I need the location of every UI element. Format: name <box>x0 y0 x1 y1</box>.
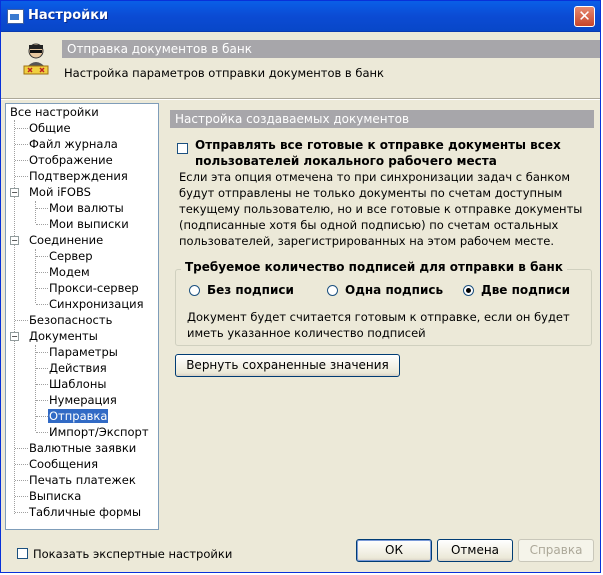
show-expert-settings-label[interactable]: Показать экспертные настройки <box>33 547 232 561</box>
tree-item-messages[interactable]: Сообщения <box>29 456 98 472</box>
section-title: Настройка создаваемых документов <box>170 110 594 128</box>
radio-two-signatures[interactable] <box>463 285 474 296</box>
tree-connector <box>36 208 48 209</box>
tree-item-numbering[interactable]: Нумерация <box>49 392 117 408</box>
signatures-note: Документ будет считается готовым к отпра… <box>187 310 570 340</box>
tree-connector <box>36 272 48 273</box>
tree-connector <box>15 320 28 321</box>
tree-item-general[interactable]: Общие <box>29 120 71 136</box>
send-all-description: Если эта опция отмечена то при синхрониз… <box>179 170 583 248</box>
collapse-icon[interactable]: − <box>10 332 19 341</box>
tree-item-actions[interactable]: Действия <box>49 360 107 376</box>
tree-connector <box>15 176 28 177</box>
radio-one-signature[interactable] <box>327 285 338 296</box>
tree-item-my-currencies[interactable]: Мои валюты <box>49 200 124 216</box>
tree-item-synchronization[interactable]: Синхронизация <box>49 296 144 312</box>
tree-connector <box>36 416 48 417</box>
tree-connector <box>15 480 28 481</box>
tree-item-connection[interactable]: Соединение <box>29 232 103 248</box>
tree-connector <box>35 345 36 431</box>
radio-one-signature-label[interactable]: Одна подпись <box>345 283 443 297</box>
tree-connector <box>36 304 48 305</box>
tree-connector <box>15 464 28 465</box>
tree-item-templates[interactable]: Шаблоны <box>49 376 106 392</box>
show-expert-settings-checkbox[interactable] <box>17 548 28 559</box>
tree-connector <box>15 128 28 129</box>
ok-button[interactable]: ОК <box>356 539 432 562</box>
window-title: Настройки <box>28 8 109 23</box>
tree-connector <box>36 352 48 353</box>
help-button[interactable]: Справка <box>518 539 594 562</box>
settings-window: Настройки ✕ Отправка документов в банк Н… <box>0 0 601 573</box>
header-title: Отправка документов в банк <box>62 40 600 58</box>
signatures-group-legend: Требуемое количество подписей для отправ… <box>181 260 567 274</box>
send-all-checkbox[interactable] <box>177 143 188 154</box>
tree-item-security[interactable]: Безопасность <box>29 312 112 328</box>
tree-connector <box>36 288 48 289</box>
tree-item-log-file[interactable]: Файл журнала <box>29 136 118 152</box>
tree-connector <box>36 400 48 401</box>
restore-saved-values-button[interactable]: Вернуть сохраненные значения <box>175 354 400 377</box>
tree-item-print-payments[interactable]: Печать платежек <box>29 472 136 488</box>
tree-item-my-statements[interactable]: Мои выписки <box>49 216 129 232</box>
tree-item-server[interactable]: Сервер <box>49 248 93 264</box>
cancel-button[interactable]: Отмена <box>437 539 513 562</box>
tree-connector <box>15 144 28 145</box>
tree-item-sending[interactable]: Отправка <box>48 408 109 424</box>
tree-item-modem[interactable]: Модем <box>49 264 90 280</box>
tree-item-my-ifobs[interactable]: Мой iFOBS <box>29 184 91 200</box>
tree-item-currency-requests[interactable]: Валютные заявки <box>29 440 136 456</box>
radio-no-signature[interactable] <box>189 285 200 296</box>
tree-connector <box>15 160 28 161</box>
tree-item-confirmations[interactable]: Подтверждения <box>29 168 128 184</box>
tree-connector <box>36 368 48 369</box>
tree-connector <box>36 256 48 257</box>
window-icon <box>7 9 24 24</box>
tree-connector <box>36 432 48 433</box>
tree-item-table-forms[interactable]: Табличные формы <box>29 504 141 520</box>
tree-item-documents[interactable]: Документы <box>29 328 98 344</box>
close-button[interactable]: ✕ <box>574 6 595 27</box>
tree-item-parameters[interactable]: Параметры <box>49 344 118 360</box>
tree-connector <box>36 224 48 225</box>
tree-connector <box>15 448 28 449</box>
tree-item-all-settings[interactable]: Все настройки <box>10 104 99 120</box>
collapse-icon[interactable]: − <box>10 188 19 197</box>
tree-item-display[interactable]: Отображение <box>29 152 113 168</box>
tree-connector <box>36 384 48 385</box>
header-area: Отправка документов в банк Настройка пар… <box>4 32 600 95</box>
radio-no-signature-label[interactable]: Без подписи <box>207 283 294 297</box>
title-bar[interactable]: Настройки ✕ <box>1 1 600 32</box>
tree-connector <box>35 249 36 303</box>
radio-two-signatures-label[interactable]: Две подписи <box>481 283 570 297</box>
send-all-label[interactable]: Отправлять все готовые к отправке докуме… <box>195 137 595 169</box>
settings-tree[interactable]: Все настройки Общие Файл журнала Отображ… <box>5 103 159 530</box>
tree-item-statement[interactable]: Выписка <box>29 488 81 504</box>
tree-connector <box>15 496 28 497</box>
tree-connector <box>15 512 28 513</box>
user-settings-icon <box>23 43 49 75</box>
tree-connector <box>35 201 36 223</box>
tree-item-import-export[interactable]: Импорт/Экспорт <box>49 424 149 440</box>
close-icon: ✕ <box>578 7 591 25</box>
collapse-icon[interactable]: − <box>10 236 19 245</box>
tree-connector <box>14 120 15 514</box>
header-divider <box>1 98 600 100</box>
header-subtitle: Настройка параметров отправки документов… <box>64 66 384 80</box>
tree-item-proxy-server[interactable]: Прокси-сервер <box>49 280 139 296</box>
settings-panel: Настройка создаваемых документов Отправл… <box>165 103 598 530</box>
